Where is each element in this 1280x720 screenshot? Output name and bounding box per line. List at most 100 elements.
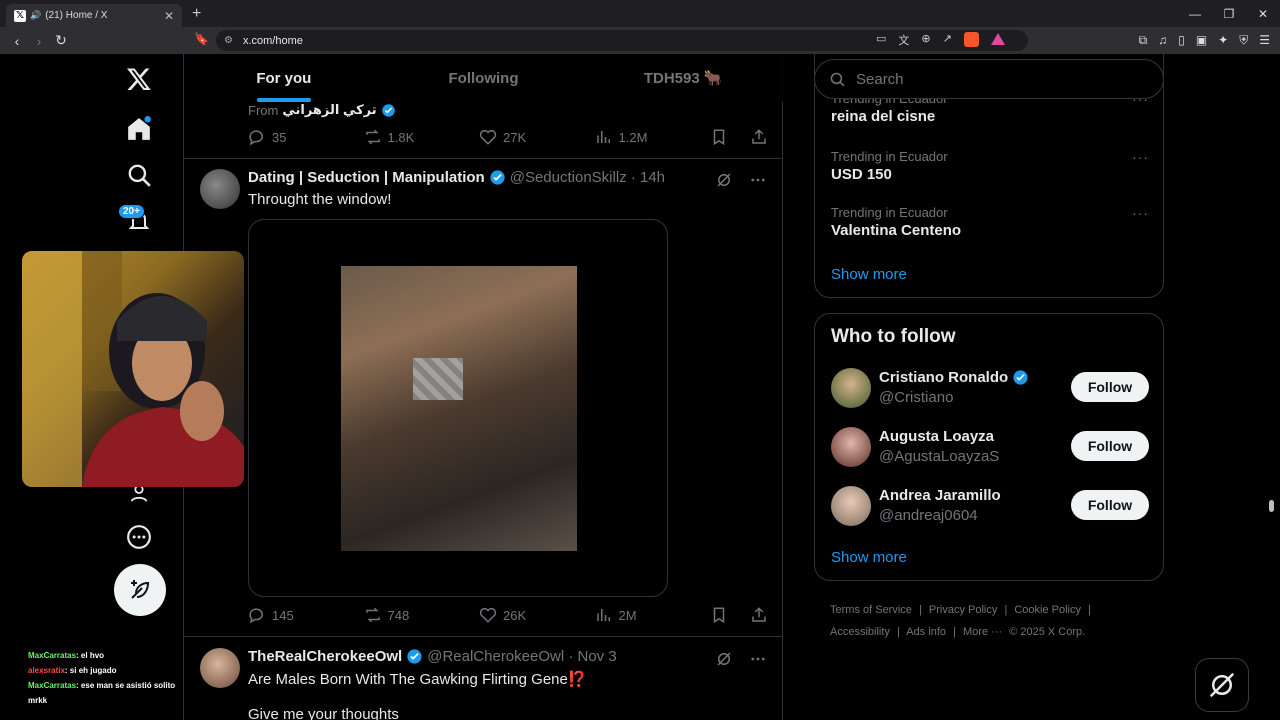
author-name[interactable]: Dating | Seduction | Manipulation (248, 169, 485, 186)
stream-chat: MaxCarratas: el hvo alexsratix: si eh ju… (28, 648, 183, 708)
bookmark-icon[interactable] (710, 606, 728, 624)
tab-for-you[interactable]: For you (184, 54, 384, 102)
tweet-avatar[interactable] (200, 648, 240, 688)
address-bar: ‹ › ↻ 🔖 ⚙ x.com/home ▭ 文 ⊕ ↗ ⧉ ♫ ▯ ▣ ✦ ⛨… (0, 27, 1280, 54)
share-icon[interactable]: ↗ (943, 32, 952, 48)
quoted-from-name[interactable]: تركي الزهراني (282, 102, 376, 118)
search-input[interactable]: Search (814, 59, 1164, 99)
more-icon[interactable] (749, 650, 767, 668)
trend-item[interactable]: Trending in Ecuador USD 150 ··· (831, 149, 1149, 183)
views-button[interactable]: 2M (595, 606, 711, 624)
main-timeline: For you Following TDH593 🐂 From تركي الز… (184, 54, 783, 720)
follow-button[interactable]: Follow (1071, 490, 1149, 520)
follow-suggestion[interactable]: Andrea Jaramillo @andreaj0604 Follow (831, 486, 1149, 526)
author-handle[interactable]: @RealCherokeeOwl · Nov 3 (427, 648, 616, 665)
minimize-icon[interactable]: — (1178, 7, 1212, 21)
reload-icon[interactable]: ↻ (50, 32, 72, 49)
footer-privacy-link[interactable]: Privacy Policy (929, 604, 997, 616)
more-options-icon[interactable] (118, 516, 160, 558)
more-icon[interactable]: ··· (1132, 205, 1149, 221)
follow-button[interactable]: Follow (1071, 372, 1149, 402)
cast-icon[interactable]: ▭ (876, 32, 886, 48)
back-icon[interactable]: ‹ (6, 33, 28, 49)
close-tab-icon[interactable]: ✕ (164, 9, 174, 23)
author-handle[interactable]: @SeductionSkillz · 14h (510, 169, 665, 186)
heart-icon (479, 130, 497, 145)
bookmark-page-icon[interactable]: 🔖 (194, 32, 209, 46)
media-icon[interactable]: ♫ (1158, 33, 1167, 48)
share-icon[interactable] (750, 128, 768, 146)
forward-icon[interactable]: › (28, 33, 50, 49)
follow-button[interactable]: Follow (1071, 431, 1149, 461)
close-window-icon[interactable]: ✕ (1246, 7, 1280, 21)
avatar[interactable] (831, 486, 871, 526)
author-name[interactable]: TheRealCherokeeOwl (248, 648, 402, 665)
repost-button[interactable]: 748 (364, 606, 480, 624)
speaker-icon[interactable]: 🔊 (30, 10, 41, 21)
views-chart-icon (596, 609, 610, 621)
tweet-avatar[interactable] (200, 169, 240, 209)
who-to-follow-show-more-link[interactable]: Show more (831, 549, 907, 566)
x-logo-icon[interactable] (118, 58, 160, 100)
tweet-video[interactable] (248, 219, 668, 597)
footer-terms-link[interactable]: Terms of Service (830, 604, 912, 616)
footer-accessibility-link[interactable]: Accessibility (830, 626, 890, 638)
trend-item[interactable]: Trending in Ecuador Valentina Centeno ··… (831, 205, 1149, 239)
leo-ai-icon[interactable]: ✦ (1218, 33, 1228, 48)
translate-icon[interactable]: 文 (898, 32, 909, 48)
page-scrollbar-thumb[interactable] (1269, 500, 1274, 512)
like-button[interactable]: 26K (479, 606, 595, 624)
search-icon (830, 72, 845, 86)
sidebar-icon[interactable]: ▯ (1178, 33, 1185, 48)
footer-copyright: © 2025 X Corp. (1009, 626, 1086, 638)
x-favicon-icon: 𝕏 (14, 9, 26, 22)
browser-tab[interactable]: 𝕏 🔊 (21) Home / X ✕ (6, 4, 182, 27)
avatar[interactable] (831, 427, 871, 467)
like-button[interactable]: 27K (479, 128, 595, 146)
menu-icon[interactable]: ☰ (1259, 33, 1270, 48)
tweet-menu (715, 171, 767, 189)
chat-line: alexsratix: si eh jugado (28, 666, 117, 675)
new-tab-icon[interactable]: + (192, 5, 201, 23)
maximize-icon[interactable]: ❐ (1212, 7, 1246, 21)
zoom-icon[interactable]: ⊕ (921, 32, 930, 48)
feather-plus-icon (131, 580, 150, 599)
previous-tweet-fragment[interactable]: From تركي الزهراني 35 1.8K 27K 1.2M (184, 102, 783, 159)
grok-icon[interactable] (715, 171, 733, 189)
more-icon[interactable] (749, 171, 767, 189)
tab-list-tdh593[interactable]: TDH593 🐂 (583, 54, 783, 102)
brave-rewards-icon[interactable] (990, 33, 1005, 45)
follow-suggestion[interactable]: Augusta Loayza @AgustaLoayzaS Follow (831, 427, 1149, 467)
tab-following[interactable]: Following (384, 54, 584, 102)
footer-more-link[interactable]: More ··· (963, 626, 1002, 638)
tweet[interactable]: Dating | Seduction | Manipulation @Seduc… (184, 159, 783, 637)
reply-button[interactable]: 145 (248, 606, 364, 624)
reply-button[interactable]: 35 (248, 128, 364, 146)
avatar[interactable] (831, 368, 871, 408)
home-icon[interactable] (118, 108, 160, 150)
repost-icon (365, 607, 380, 623)
vpn-icon[interactable]: ⛨ (1239, 33, 1248, 48)
compose-post-button[interactable] (114, 564, 166, 616)
brave-shields-icon[interactable] (963, 32, 979, 47)
more-icon[interactable]: ··· (1132, 149, 1149, 165)
footer-ads-info-link[interactable]: Ads info (906, 626, 946, 638)
repost-button[interactable]: 1.8K (364, 128, 480, 146)
explore-icon[interactable] (118, 154, 160, 196)
views-button[interactable]: 1.2M (595, 128, 711, 146)
bookmark-icon[interactable] (710, 128, 728, 146)
site-settings-icon[interactable]: ⚙ (224, 35, 233, 46)
trends-show-more-link[interactable]: Show more (831, 266, 907, 283)
wallet-icon[interactable]: ▣ (1196, 33, 1207, 48)
grok-button[interactable] (1195, 658, 1249, 712)
right-sidebar: Trending in Ecuador reina del cisne ··· … (814, 54, 1164, 720)
suggestion-name: Cristiano Ronaldo (879, 369, 1029, 386)
url-text: x.com/home (242, 34, 303, 47)
timeline-tabs: For you Following TDH593 🐂 (184, 54, 783, 102)
follow-suggestion[interactable]: Cristiano Ronaldo @Cristiano Follow (831, 368, 1149, 408)
tweet[interactable]: TheRealCherokeeOwl @RealCherokeeOwl · No… (184, 638, 783, 720)
grok-icon[interactable] (715, 650, 733, 668)
screenshot-icon[interactable]: ⧉ (1139, 33, 1148, 48)
footer-cookie-link[interactable]: Cookie Policy (1014, 604, 1081, 616)
share-icon[interactable] (750, 606, 768, 624)
